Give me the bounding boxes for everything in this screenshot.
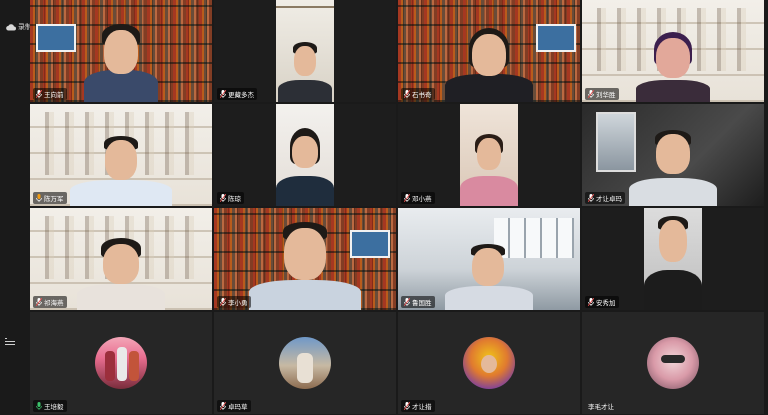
mic-muted-icon [404,298,410,306]
mic-muted-icon [404,194,410,202]
participant-tile[interactable]: 陈万军 [30,104,212,206]
cloud-icon [6,23,16,31]
participant-tile[interactable]: 更藏多杰 [214,0,396,102]
participant-name-tag: 才让措 [401,400,435,412]
mic-muted-icon [220,298,226,306]
participant-tile[interactable]: 李毛才让 [582,312,764,414]
participant-name-tag: 陈万军 [33,192,67,204]
participant-name-tag: 刘华胜 [585,88,619,100]
participant-tile[interactable]: 安秀加 [582,208,764,310]
participant-name-tag: 才让卓玛 [585,192,625,204]
participant-name-tag: 石书奇 [401,88,435,100]
mic-muted-icon [220,402,226,410]
participant-tile[interactable]: 卓玛草 [214,312,396,414]
participant-name-tag: 卓玛草 [217,400,251,412]
participant-tile[interactable]: 陈琼 [214,104,396,206]
mic-muted-icon [36,90,42,98]
participant-name-tag: 陈琼 [217,192,244,204]
participant-name-tag: 鲁国胜 [401,296,435,308]
more-menu-icon[interactable] [5,336,15,346]
participant-avatar [95,337,147,389]
mic-active-icon [36,402,42,410]
mic-muted-icon [588,90,594,98]
participant-tile[interactable]: 邓小燕 [398,104,580,206]
participant-tile[interactable]: 石书奇 [398,0,580,102]
participant-avatar [279,337,331,389]
mic-muted-icon [404,90,410,98]
participant-tile[interactable]: 刘华胜 [582,0,764,102]
participant-name-tag: 李小勇 [217,296,251,308]
participant-tile[interactable]: 李小勇 [214,208,396,310]
participant-tile[interactable]: 祁海燕 [30,208,212,310]
mic-active-icon [36,194,42,202]
participant-tile[interactable]: 鲁国胜 [398,208,580,310]
participant-avatar [647,337,699,389]
participant-name-tag: 安秀加 [585,296,619,308]
mic-muted-icon [404,402,410,410]
participant-name-tag: 更藏多杰 [217,88,257,100]
mic-muted-icon [588,194,594,202]
mic-muted-icon [220,194,226,202]
participant-name-tag: 王向前 [33,88,67,100]
mic-muted-icon [220,90,226,98]
participant-name-tag: 邓小燕 [401,192,435,204]
participant-name-tag: 王培毅 [33,400,67,412]
participant-name-tag: 李毛才让 [588,403,614,411]
participant-tile[interactable]: 王向前 [30,0,212,102]
participant-avatar [463,337,515,389]
mic-muted-icon [36,298,42,306]
participant-tile[interactable]: 才让卓玛 [582,104,764,206]
meeting-window: 录制中 王向前 更藏多杰 石书奇 刘华胜 陈万军 陈琼 邓小燕 才让卓玛 祁海燕… [0,0,768,415]
participant-tile[interactable]: 才让措 [398,312,580,414]
mic-muted-icon [588,298,594,306]
participant-tile-active-speaker[interactable]: 王培毅 [30,312,212,414]
left-status-bar: 录制中 [0,0,39,415]
participant-name-tag: 祁海燕 [33,296,67,308]
